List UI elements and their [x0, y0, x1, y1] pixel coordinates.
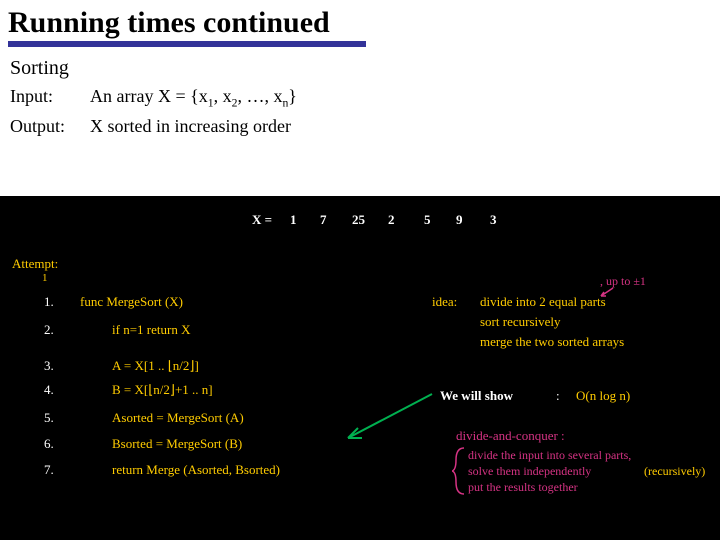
- step-2: if n=1 return X: [112, 322, 190, 338]
- num-5: 5.: [44, 410, 54, 426]
- num-3: 3.: [44, 358, 54, 374]
- step-5: Asorted = MergeSort (A): [112, 410, 244, 426]
- num-1: 1.: [44, 294, 54, 310]
- dac-2: solve them independently: [468, 464, 591, 479]
- input-label: Input:: [10, 86, 90, 110]
- mid-2: , …, x: [237, 86, 282, 106]
- idea-label: idea:: [432, 294, 457, 310]
- output-label: Output:: [10, 116, 90, 137]
- arrow-green: [340, 388, 440, 448]
- arr-4: 5: [424, 212, 431, 228]
- idea-3: merge the two sorted arrays: [480, 334, 624, 350]
- input-text: An array X = {x1, x2, …, xn}: [90, 86, 297, 110]
- step-4: B = X[⌊n/2⌋+1 .. n]: [112, 382, 213, 398]
- brace-icon: [452, 446, 470, 496]
- attempt-sub: 1: [42, 272, 48, 284]
- step-1: func MergeSort (X): [80, 294, 183, 310]
- colon: :: [556, 388, 560, 404]
- typed-block: Sorting Input: An array X = {x1, x2, …, …: [0, 47, 720, 137]
- num-2: 2.: [44, 322, 54, 338]
- step-7: return Merge (Asorted, Bsorted): [112, 462, 280, 478]
- slide-title: Running times continued: [0, 0, 720, 39]
- blackboard: X = 1 7 25 2 5 9 3 Attempt: 1 1. 2. 3. 4…: [0, 196, 720, 540]
- dac-2-tail: (recursively): [644, 464, 705, 479]
- arr-5: 9: [456, 212, 463, 228]
- num-6: 6.: [44, 436, 54, 452]
- input-end: }: [288, 86, 297, 106]
- dac-1: divide the input into several parts,: [468, 448, 631, 463]
- arr-6: 3: [490, 212, 497, 228]
- mid-1: , x: [214, 86, 232, 106]
- arr-3: 2: [388, 212, 395, 228]
- idea-2: sort recursively: [480, 314, 561, 330]
- step-3: A = X[1 .. ⌊n/2⌋]: [112, 358, 199, 374]
- arr-1: 7: [320, 212, 327, 228]
- input-row: Input: An array X = {x1, x2, …, xn}: [10, 86, 720, 110]
- num-4: 4.: [44, 382, 54, 398]
- idea-1: divide into 2 equal parts: [480, 294, 606, 310]
- x-equals: X =: [252, 212, 272, 228]
- dac-3: put the results together: [468, 480, 578, 495]
- attempt-label: Attempt:: [12, 256, 58, 272]
- input-text-1: An array X = {x: [90, 86, 208, 106]
- num-7: 7.: [44, 462, 54, 478]
- we-will-show: We will show: [440, 388, 513, 404]
- section-heading: Sorting: [10, 57, 720, 80]
- big-o: O(n log n): [576, 388, 630, 404]
- arr-0: 1: [290, 212, 297, 228]
- output-row: Output: X sorted in increasing order: [10, 116, 720, 137]
- arr-2: 25: [352, 212, 365, 228]
- output-text: X sorted in increasing order: [90, 116, 291, 137]
- step-6: Bsorted = MergeSort (B): [112, 436, 242, 452]
- dac-title: divide-and-conquer :: [456, 428, 565, 444]
